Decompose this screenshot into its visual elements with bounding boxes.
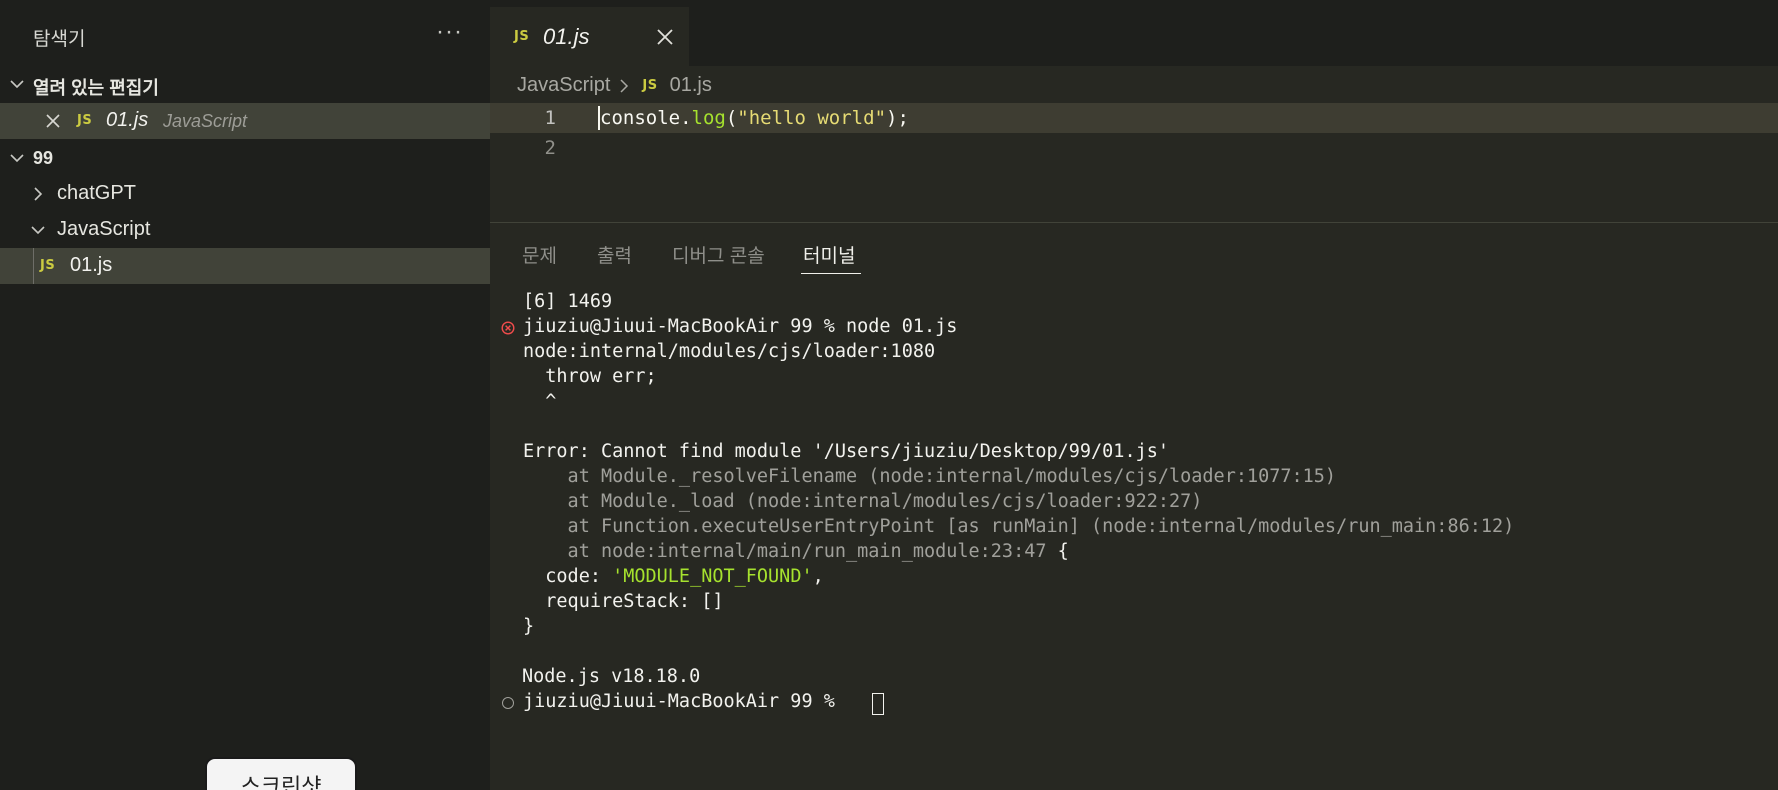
terminal-line: Error: Cannot find module '/Users/jiuziu… bbox=[523, 441, 1170, 462]
terminal-line: at Function.executeUserEntryPoint [as ru… bbox=[523, 516, 1515, 537]
terminal-line: at Module._resolveFilename (node:interna… bbox=[523, 466, 1337, 487]
terminal-text: at node:internal/main/run_main_module:23… bbox=[523, 541, 1047, 562]
status-circle-icon bbox=[502, 697, 514, 709]
code-token: log bbox=[691, 107, 726, 129]
terminal-line: jiuziu@Jiuui-MacBookAir 99 % node 01.js bbox=[523, 316, 958, 337]
explorer-title: 탐색기 bbox=[33, 29, 86, 50]
bottom-panel: 문제 출력 디버그 콘솔 터미널 [6] 1469 jiuziu@Jiuui-M… bbox=[490, 222, 1778, 790]
open-editor-filename: 01.js bbox=[106, 109, 149, 131]
chevron-right-icon bbox=[616, 77, 632, 93]
open-editor-description: JavaScript bbox=[163, 111, 248, 131]
terminal-line: node:internal/modules/cjs/loader:1080 bbox=[523, 341, 936, 362]
open-editors-title: 열려 있는 편집기 bbox=[33, 78, 159, 98]
screenshot-button[interactable]: 스크린샷 bbox=[205, 757, 357, 790]
code-editor[interactable]: 1 console.log("hello world"); 2 bbox=[490, 103, 1778, 163]
panel-tabs: 문제 출력 디버그 콘솔 터미널 bbox=[490, 223, 1778, 279]
workspace-title: 99 bbox=[33, 148, 54, 168]
editor-tab-bar: JS 01.js bbox=[490, 0, 1778, 66]
open-editor-item[interactable]: JS 01.js JavaScript bbox=[0, 103, 490, 139]
terminal-line: jiuziu@Jiuui-MacBookAir 99 % bbox=[523, 691, 847, 712]
explorer-sidebar: 탐색기 ··· 열려 있는 편집기 JS 01.js JavaScript 99… bbox=[0, 0, 490, 790]
explorer-header: 탐색기 ··· bbox=[0, 0, 490, 66]
workspace-section-header[interactable]: 99 bbox=[0, 140, 490, 176]
tab-terminal[interactable]: 터미널 bbox=[803, 241, 855, 268]
terminal-text: { bbox=[1046, 541, 1069, 562]
chevron-right-icon bbox=[29, 185, 47, 203]
code-token: "hello world" bbox=[737, 107, 887, 129]
terminal-text: , bbox=[812, 566, 824, 587]
close-icon[interactable] bbox=[656, 28, 674, 46]
tab-label: 01.js bbox=[543, 24, 590, 49]
terminal-line: at node:internal/main/run_main_module:23… bbox=[523, 541, 1069, 562]
text-cursor bbox=[598, 106, 600, 130]
more-actions-icon[interactable]: ··· bbox=[436, 18, 463, 46]
close-icon[interactable] bbox=[44, 112, 62, 130]
tab-output[interactable]: 출력 bbox=[597, 241, 632, 268]
tree-folder-javascript[interactable]: JavaScript bbox=[0, 212, 490, 248]
tree-folder-label: chatGPT bbox=[57, 182, 136, 204]
terminal-text: 'MODULE_NOT_FOUND' bbox=[612, 566, 813, 587]
tree-file-01js[interactable]: JS 01.js bbox=[0, 248, 490, 284]
open-editors-section-header[interactable]: 열려 있는 편집기 bbox=[0, 66, 490, 102]
terminal-line: at Module._load (node:internal/modules/c… bbox=[523, 491, 1203, 512]
javascript-file-icon: JS bbox=[642, 77, 658, 93]
tree-file-label: 01.js bbox=[70, 254, 113, 276]
javascript-file-icon: JS bbox=[77, 113, 93, 128]
tree-folder-label: JavaScript bbox=[57, 218, 151, 240]
line-source: console.log("hello world"); bbox=[600, 107, 909, 129]
editor-tab-01js[interactable]: JS 01.js bbox=[490, 7, 689, 66]
chevron-down-icon bbox=[8, 75, 26, 93]
line-number: 1 bbox=[544, 107, 556, 129]
terminal-text: code: bbox=[523, 566, 613, 587]
line-number: 2 bbox=[544, 137, 556, 159]
error-circle-icon bbox=[501, 319, 515, 335]
terminal-line: requireStack: [] bbox=[523, 591, 724, 612]
tree-folder-chatgpt[interactable]: chatGPT bbox=[0, 176, 490, 212]
terminal-line: ^ bbox=[523, 391, 557, 412]
active-tab-indicator bbox=[801, 273, 861, 274]
chevron-down-icon bbox=[8, 149, 26, 167]
terminal-line: Node.js v18.18.0 bbox=[522, 666, 701, 687]
terminal-line: code: 'MODULE_NOT_FOUND', bbox=[523, 566, 824, 587]
terminal-line: } bbox=[523, 616, 535, 637]
tab-problems[interactable]: 문제 bbox=[522, 241, 557, 268]
code-line: 1 console.log("hello world"); bbox=[490, 103, 1778, 133]
javascript-file-icon: JS bbox=[514, 29, 530, 44]
code-line: 2 bbox=[490, 133, 1778, 163]
code-token: ( bbox=[725, 107, 738, 129]
indent-guide bbox=[33, 248, 34, 284]
breadcrumb: JavaScript JS 01.js bbox=[517, 71, 712, 99]
code-token: console. bbox=[600, 107, 692, 129]
javascript-file-icon: JS bbox=[40, 258, 56, 273]
terminal-cursor bbox=[872, 693, 884, 715]
code-token: ); bbox=[886, 107, 909, 129]
terminal-line: [6] 1469 bbox=[523, 291, 613, 312]
terminal-line: throw err; bbox=[523, 366, 657, 387]
breadcrumb-file[interactable]: 01.js bbox=[670, 74, 712, 97]
breadcrumb-folder[interactable]: JavaScript bbox=[517, 74, 610, 97]
tab-debug-console[interactable]: 디버그 콘솔 bbox=[672, 241, 765, 268]
chevron-down-icon bbox=[29, 221, 47, 239]
